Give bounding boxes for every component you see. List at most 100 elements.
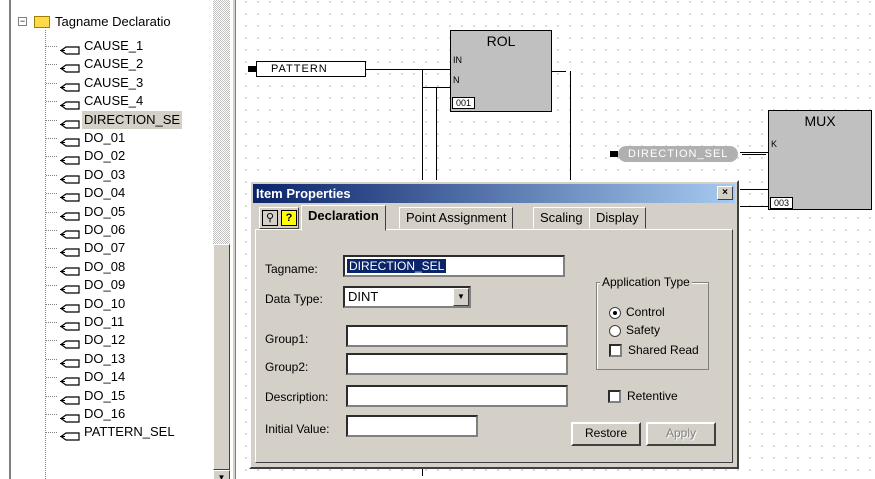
tree-item[interactable]: DO_02 — [0, 147, 213, 165]
connector-dot-icon — [248, 66, 256, 72]
rol-pin-n: N — [453, 75, 460, 85]
tree-root-label: Tagname Declaratio — [55, 14, 171, 29]
tree-guide-line — [46, 82, 58, 84]
tag-variable-icon — [59, 189, 80, 202]
tree-guide-line — [46, 266, 58, 268]
tree-item[interactable]: DO_08 — [0, 258, 213, 276]
collapse-icon[interactable]: − — [18, 17, 27, 26]
control-radio[interactable] — [609, 307, 621, 319]
restore-button[interactable]: Restore — [571, 422, 641, 446]
pin-icon[interactable]: ⚲ — [262, 210, 278, 226]
tree-item[interactable]: DO_16 — [0, 405, 213, 423]
tag-variable-icon — [59, 171, 80, 184]
datatype-label: Data Type: — [265, 292, 323, 306]
tree-item[interactable]: CAUSE_1 — [0, 37, 213, 55]
tree-guide-line — [46, 340, 58, 342]
wire — [366, 69, 406, 70]
initial-value-field[interactable] — [346, 415, 478, 437]
tree-guide-line — [46, 414, 58, 415]
tagname-field[interactable]: DIRECTION_SEL — [343, 255, 565, 277]
tree-item-label: CAUSE_1 — [84, 38, 144, 53]
tree-item-label: DO_08 — [84, 258, 126, 274]
tag-variable-icon — [59, 79, 80, 92]
tree-item[interactable]: CAUSE_3 — [0, 74, 213, 92]
tree-guide-line — [46, 248, 58, 250]
tree-guide-line — [46, 303, 58, 305]
apply-button[interactable]: Apply — [646, 422, 716, 446]
tree-item-label: DO_11 — [84, 314, 125, 329]
wire — [570, 71, 571, 186]
tab-icons[interactable]: ⚲ ? — [259, 207, 299, 229]
tree-item-label: DO_15 — [84, 387, 126, 403]
chevron-down-icon[interactable]: ▼ — [453, 288, 469, 306]
rol-function-block[interactable]: ROL IN N 001 — [450, 30, 552, 112]
tag-variable-icon — [59, 336, 80, 349]
retentive-checkbox[interactable] — [608, 390, 621, 403]
tree-item-label: DO_06 — [84, 222, 126, 237]
group2-label: Group2: — [265, 360, 309, 374]
tab-point-assignment[interactable]: Point Assignment — [399, 207, 514, 229]
tree-item[interactable]: DO_01 — [0, 129, 213, 147]
pattern-variable[interactable]: PATTERN — [256, 61, 366, 77]
tree-item-label: DO_13 — [84, 350, 126, 366]
tree-guide-line — [46, 395, 58, 397]
shared-read-checkbox[interactable] — [609, 344, 622, 357]
tree-item[interactable]: DO_15 — [0, 387, 213, 405]
tree-item-label: DO_07 — [84, 240, 126, 256]
dialog-titlebar[interactable]: Item Properties × — [253, 184, 735, 203]
safety-radio[interactable] — [609, 325, 621, 337]
tab-scaling[interactable]: Scaling — [533, 207, 590, 229]
tree-item-label: DO_03 — [84, 166, 126, 182]
tag-variable-icon — [59, 60, 80, 73]
tag-variable-icon — [59, 244, 80, 257]
tree-item[interactable]: DO_14 — [0, 368, 213, 386]
tab-display[interactable]: Display — [589, 207, 646, 229]
tree-scrollbar-thumb[interactable] — [213, 244, 230, 470]
tree-item[interactable]: DO_07 — [0, 239, 213, 257]
tree-guide-line — [46, 322, 58, 323]
tree-guide-line — [46, 138, 58, 139]
tree-item[interactable]: DO_10 — [0, 295, 213, 313]
connector-dot-icon — [610, 151, 618, 157]
tree-item-label: DO_10 — [84, 295, 126, 311]
tree-item-label: DO_01 — [84, 130, 126, 145]
tree-item[interactable]: CAUSE_2 — [0, 55, 213, 73]
tree-item[interactable]: DO_05 — [0, 203, 213, 221]
tree-item[interactable]: DO_06 — [0, 221, 213, 239]
tree-item[interactable]: DIRECTION_SE — [0, 110, 213, 129]
rol-pin-in: IN — [453, 55, 462, 65]
tree-item-label: DO_05 — [84, 203, 126, 219]
tree-item[interactable]: DO_03 — [0, 166, 213, 184]
tag-variable-icon — [59, 42, 80, 55]
tree-item[interactable]: DO_13 — [0, 350, 213, 368]
tree-item[interactable]: DO_09 — [0, 276, 213, 294]
tag-variable-icon — [59, 428, 80, 441]
description-field[interactable] — [346, 385, 568, 407]
tag-variable-icon — [59, 300, 80, 313]
control-label: Control — [626, 305, 665, 319]
tree-item[interactable]: PATTERN_SEL — [0, 423, 213, 441]
mux-function-block[interactable]: MUX K 003 — [768, 110, 872, 210]
wire — [742, 154, 766, 155]
tree-item[interactable]: DO_11 — [0, 313, 213, 331]
scroll-down-arrow-icon[interactable]: ▼ — [213, 470, 230, 479]
help-icon[interactable]: ? — [281, 210, 297, 226]
direction-sel-variable[interactable]: DIRECTION_SEL — [618, 146, 739, 162]
tag-variable-icon — [59, 355, 80, 368]
group1-field[interactable] — [346, 325, 568, 347]
tree-item[interactable]: DO_04 — [0, 184, 213, 202]
tree-item[interactable]: CAUSE_4 — [0, 92, 213, 110]
tree-root-row[interactable]: − Tagname Declaratio — [0, 13, 213, 31]
tree-guide-line — [46, 432, 58, 434]
tab-declaration[interactable]: Declaration — [301, 205, 386, 231]
wire — [436, 87, 437, 182]
tag-variable-icon — [59, 97, 80, 110]
tree-item[interactable]: DO_12 — [0, 331, 213, 349]
tag-variable-icon — [59, 410, 80, 423]
tagname-value: DIRECTION_SEL — [347, 259, 447, 273]
group2-field[interactable] — [346, 353, 568, 375]
tagname-label: Tagname: — [265, 262, 318, 276]
item-properties-dialog: Item Properties × ⚲ ? Declaration Point … — [249, 180, 739, 469]
close-icon[interactable]: × — [717, 186, 733, 200]
datatype-select[interactable]: DINT ▼ — [343, 286, 471, 308]
